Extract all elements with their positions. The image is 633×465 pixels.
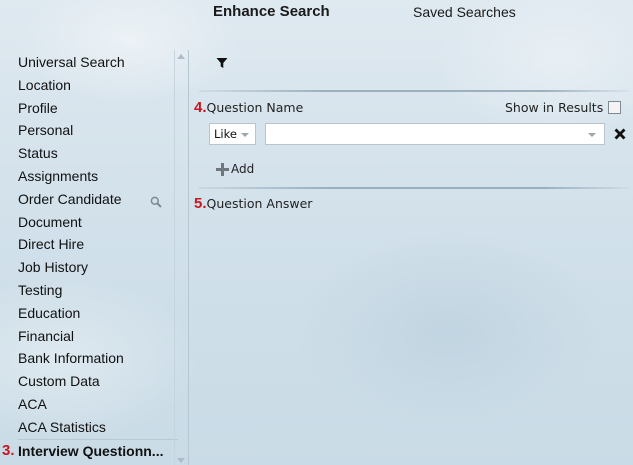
add-button[interactable]: Add — [215, 160, 254, 178]
close-icon[interactable] — [613, 127, 627, 141]
chevron-down-icon — [588, 133, 596, 137]
search-icon[interactable] — [150, 196, 162, 208]
sidebar-item-job-history[interactable]: Job History — [18, 256, 178, 279]
sidebar-item-bank-information[interactable]: Bank Information — [18, 347, 178, 370]
sidebar-item-direct-hire[interactable]: Direct Hire — [18, 233, 178, 256]
main-panel: 4.Question Name Show in Results Like Add… — [189, 0, 633, 465]
scroll-down-icon[interactable] — [177, 458, 185, 463]
sidebar-item-assignments[interactable]: Assignments — [18, 165, 178, 188]
add-label: Add — [231, 162, 255, 176]
chevron-down-icon — [241, 133, 249, 137]
sidebar-item-education[interactable]: Education — [18, 302, 178, 325]
sidebar-item-label: Interview Questionn... — [18, 442, 164, 459]
section-divider — [199, 187, 629, 189]
show-in-results-checkbox[interactable] — [608, 101, 622, 114]
sidebar-item-profile[interactable]: Profile — [18, 97, 178, 120]
sidebar-item-status[interactable]: Status — [18, 142, 178, 165]
sidebar-item-personal[interactable]: Personal — [18, 119, 178, 142]
step-number: 5. — [194, 195, 207, 212]
sidebar-scrollbar[interactable] — [174, 50, 187, 465]
question-name-label: Question Name — [206, 100, 304, 115]
operator-value: Like — [214, 127, 237, 141]
sidebar-item-aca-statistics[interactable]: ACA Statistics — [18, 416, 178, 439]
plus-icon — [216, 162, 229, 176]
scroll-up-icon[interactable] — [177, 54, 185, 59]
filter-icon[interactable] — [216, 57, 228, 69]
sidebar-item-universal-search[interactable]: Universal Search — [18, 51, 178, 74]
step-number: 4. — [194, 99, 207, 116]
sidebar-item-custom-data[interactable]: Custom Data — [18, 370, 178, 393]
section-divider — [199, 90, 629, 92]
show-in-results: Show in Results — [505, 100, 622, 115]
step-number: 3. — [2, 441, 15, 459]
question-name-value-combobox[interactable] — [265, 123, 605, 145]
question-answer-heading: 5.Question Answer — [194, 195, 312, 212]
question-answer-label: Question Answer — [206, 196, 313, 211]
sidebar-item-financial[interactable]: Financial — [18, 325, 178, 348]
sidebar-item-testing[interactable]: Testing — [18, 279, 178, 302]
show-in-results-label: Show in Results — [505, 100, 604, 115]
sidebar: Universal Search Location Profile Person… — [0, 50, 188, 465]
operator-select[interactable]: Like — [209, 123, 256, 145]
sidebar-item-aca[interactable]: ACA — [18, 393, 178, 416]
sidebar-item-location[interactable]: Location — [18, 74, 178, 97]
sidebar-item-document[interactable]: Document — [18, 211, 178, 234]
question-name-heading: 4.Question Name — [194, 99, 303, 116]
sidebar-list: Universal Search Location Profile Person… — [2, 51, 178, 463]
sidebar-item-interview-questionnaire[interactable]: 3. Interview Questionn... — [2, 438, 178, 463]
